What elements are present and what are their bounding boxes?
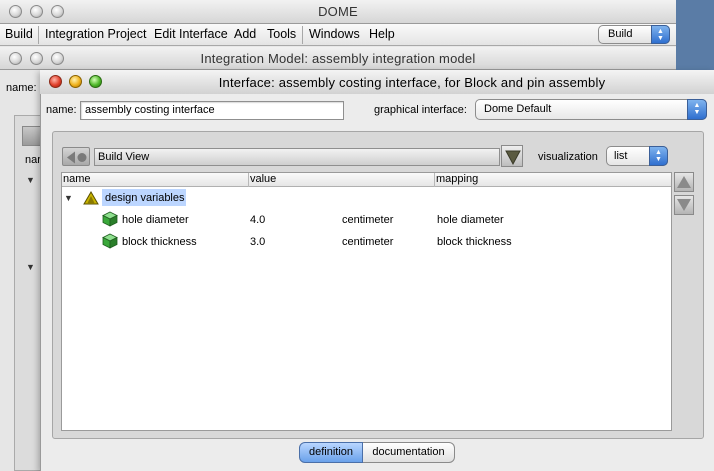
tab-bar: definition documentation: [299, 442, 455, 463]
column-header-value[interactable]: value: [250, 173, 276, 185]
column-divider[interactable]: [434, 173, 435, 187]
back-arrow-icon: [67, 151, 87, 164]
move-down-button[interactable]: [674, 195, 694, 215]
variable-name[interactable]: hole diameter: [122, 214, 189, 226]
dome-title-bar[interactable]: DOME: [0, 0, 676, 24]
column-header-mapping[interactable]: mapping: [436, 173, 478, 185]
group-name[interactable]: design variables: [105, 192, 185, 204]
menu-help[interactable]: Help: [369, 27, 395, 41]
tab-documentation[interactable]: documentation: [363, 442, 455, 463]
mode-select[interactable]: Build ▲ ▼: [598, 25, 670, 44]
variable-name[interactable]: block thickness: [122, 236, 197, 248]
menu-windows[interactable]: Windows: [309, 27, 360, 41]
menu-edit-interface[interactable]: Edit Interface: [154, 27, 228, 41]
variable-mapping[interactable]: hole diameter: [437, 214, 504, 226]
folder-icon: [83, 191, 99, 205]
menu-add[interactable]: Add: [234, 27, 256, 41]
name-label: name:: [46, 104, 77, 116]
close-window-button[interactable]: [49, 75, 62, 88]
integration-model-column-header: nar: [25, 154, 41, 166]
interface-title-bar[interactable]: Interface: assembly costing interface, f…: [40, 70, 714, 94]
integration-model-title: Integration Model: assembly integration …: [200, 51, 476, 66]
visualization-value: list: [614, 150, 628, 162]
column-divider[interactable]: [248, 173, 249, 187]
updown-arrows-icon: ▲ ▼: [649, 146, 668, 166]
visualization-select[interactable]: list ▲ ▼: [606, 146, 668, 166]
tab-definition[interactable]: definition: [299, 442, 363, 463]
move-up-button[interactable]: [674, 172, 694, 192]
desktop-background: [676, 0, 714, 70]
updown-arrows-icon: ▲ ▼: [687, 99, 707, 120]
arrow-down-icon: [677, 199, 691, 211]
graphical-interface-label: graphical interface:: [374, 104, 467, 116]
expand-triangle-icon[interactable]: ▼: [64, 193, 73, 203]
name-input[interactable]: assembly costing interface: [80, 101, 344, 120]
graphical-interface-select[interactable]: Dome Default ▲ ▼: [475, 99, 707, 120]
menu-separator: [38, 26, 39, 44]
menu-separator: [302, 26, 303, 44]
integration-model-title-bar[interactable]: Integration Model: assembly integration …: [0, 47, 676, 70]
updown-arrows-icon: ▲ ▼: [651, 25, 670, 44]
interface-title: Interface: assembly costing interface, f…: [218, 75, 606, 90]
dome-title: DOME: [318, 4, 358, 19]
column-header-name[interactable]: name: [63, 173, 91, 185]
chevron-down-icon: [505, 150, 521, 166]
expand-triangle-icon[interactable]: ▼: [26, 175, 35, 185]
table-header: name value mapping: [62, 173, 671, 187]
mode-select-value: Build: [608, 28, 633, 40]
minimize-window-button[interactable]: [69, 75, 82, 88]
graphical-interface-value: Dome Default: [484, 103, 552, 115]
variable-mapping[interactable]: block thickness: [437, 236, 512, 248]
variable-unit[interactable]: centimeter: [342, 214, 393, 226]
zoom-window-button[interactable]: [89, 75, 102, 88]
visualization-label: visualization: [538, 151, 598, 163]
menu-bar: Build Integration Project Edit Interface…: [0, 24, 676, 46]
back-button[interactable]: [62, 147, 90, 166]
arrow-up-icon: [677, 176, 691, 188]
view-dropdown-button[interactable]: [501, 145, 523, 167]
menu-build[interactable]: Build: [5, 27, 33, 41]
expand-triangle-icon[interactable]: ▼: [26, 262, 35, 272]
view-field[interactable]: Build View: [94, 148, 500, 166]
variable-value[interactable]: 3.0: [250, 236, 265, 248]
cube-icon: [102, 211, 118, 227]
variable-unit[interactable]: centimeter: [342, 236, 393, 248]
cube-icon: [102, 233, 118, 249]
integration-model-name-label: name:: [6, 82, 37, 94]
menu-integration-project[interactable]: Integration Project: [45, 27, 146, 41]
menu-tools[interactable]: Tools: [267, 27, 296, 41]
variable-value[interactable]: 4.0: [250, 214, 265, 226]
